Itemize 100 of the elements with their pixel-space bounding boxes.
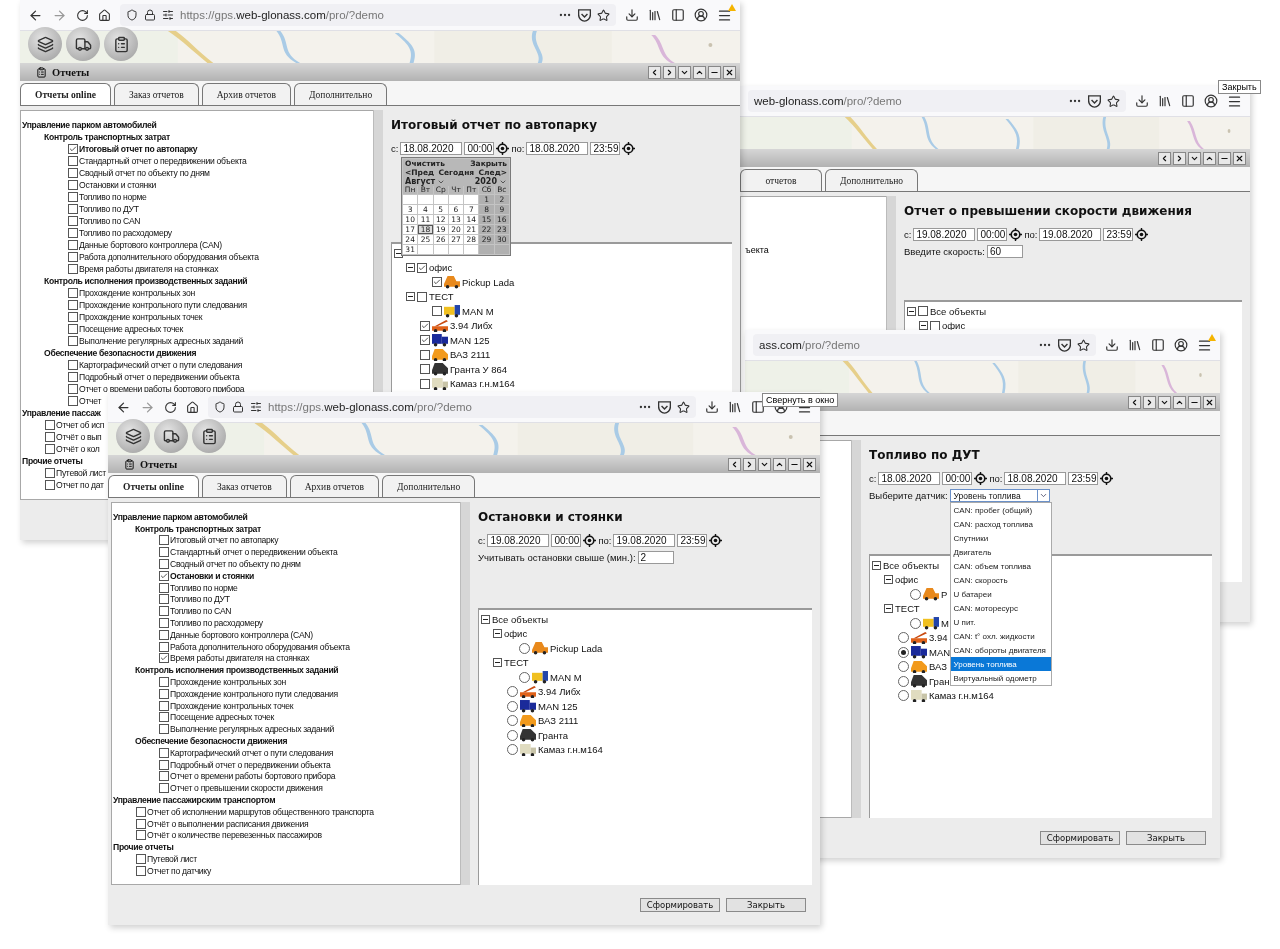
- next-button[interactable]: [743, 457, 756, 471]
- checkbox[interactable]: [159, 688, 169, 699]
- checkbox[interactable]: [159, 700, 169, 711]
- star-icon[interactable]: [1077, 338, 1090, 352]
- collapse-icon[interactable]: [394, 248, 403, 258]
- tree-item[interactable]: MAN: [929, 646, 951, 658]
- minimize-button[interactable]: [1218, 151, 1231, 165]
- shield-chevron-icon[interactable]: [1088, 94, 1101, 108]
- checkbox[interactable]: [432, 306, 442, 317]
- radio-button[interactable]: [519, 642, 530, 654]
- report-item[interactable]: Топливо по норме: [170, 582, 238, 593]
- collapse-icon[interactable]: [493, 658, 502, 668]
- dropdown-option[interactable]: Уровень топлива: [950, 657, 1051, 671]
- radio-button[interactable]: [507, 729, 518, 741]
- target-icon[interactable]: [496, 142, 510, 155]
- collapse-icon[interactable]: [872, 560, 881, 570]
- tree-item[interactable]: Камаз г.н.м164: [450, 378, 515, 390]
- report-item[interactable]: Выполнение регулярных адресных заданий: [79, 336, 243, 346]
- report-item[interactable]: Отчет: [79, 396, 102, 406]
- report-item[interactable]: Отчет о превышении скорости движения: [170, 783, 323, 794]
- checkbox[interactable]: [159, 582, 169, 593]
- tab[interactable]: Отчеты online: [20, 83, 111, 105]
- target-icon[interactable]: [622, 142, 636, 155]
- tree-item[interactable]: ТЕСТ: [504, 657, 529, 669]
- number-field[interactable]: 60: [986, 245, 1023, 258]
- checkbox[interactable]: [68, 300, 78, 310]
- report-item[interactable]: Отчет по дат: [56, 480, 104, 490]
- target-icon[interactable]: [1135, 228, 1149, 241]
- checkbox[interactable]: [68, 180, 78, 190]
- report-item[interactable]: ъекта: [745, 245, 769, 255]
- tree-item[interactable]: Все объекты: [492, 613, 549, 625]
- reload-icon[interactable]: [164, 400, 177, 414]
- tree-item[interactable]: MAN M: [462, 305, 494, 317]
- report-item[interactable]: Путевой лист: [56, 468, 106, 478]
- tab[interactable]: Архив отчетов: [289, 475, 380, 497]
- close-button[interactable]: Закрыть: [1126, 831, 1206, 845]
- tree-item[interactable]: Все объекты: [930, 305, 987, 317]
- tab[interactable]: отчетов: [740, 169, 822, 191]
- radio-button[interactable]: [898, 661, 909, 673]
- checkbox[interactable]: [68, 168, 78, 178]
- report-item[interactable]: Отчет об исп: [56, 420, 105, 430]
- checkbox[interactable]: [68, 336, 78, 346]
- target-icon[interactable]: [583, 534, 597, 547]
- tab[interactable]: Заказ отчетов: [201, 475, 287, 497]
- minimize-button[interactable]: [708, 65, 721, 79]
- forward-icon[interactable]: [52, 7, 67, 23]
- report-item[interactable]: Отчёт о вып: [56, 432, 102, 442]
- tree-item[interactable]: ВАЗ 2111: [450, 349, 491, 361]
- checkbox[interactable]: [136, 830, 146, 841]
- previous-button[interactable]: [1128, 395, 1141, 409]
- next-button[interactable]: [1143, 395, 1156, 409]
- checkbox[interactable]: [68, 204, 78, 214]
- date-field[interactable]: 19.08.2020: [913, 228, 976, 241]
- collapse-icon[interactable]: [406, 263, 415, 273]
- collapse-button[interactable]: [758, 457, 771, 471]
- previous-button[interactable]: [1158, 151, 1171, 165]
- collapse-button[interactable]: [678, 65, 691, 79]
- report-item[interactable]: Отчёт о кол: [56, 444, 100, 454]
- tree-item[interactable]: офис: [895, 574, 919, 586]
- checkbox[interactable]: [45, 468, 55, 478]
- checkbox[interactable]: [136, 806, 146, 817]
- checkbox[interactable]: [68, 384, 78, 394]
- checkbox[interactable]: [45, 432, 55, 442]
- checkbox[interactable]: [68, 192, 78, 202]
- collapse-icon[interactable]: [406, 292, 415, 302]
- download-icon[interactable]: [1105, 338, 1119, 352]
- checkbox[interactable]: [420, 320, 430, 331]
- tree-item[interactable]: Гран: [929, 675, 950, 687]
- radio-button[interactable]: [898, 632, 909, 644]
- close-button[interactable]: [723, 65, 736, 79]
- checkbox[interactable]: [420, 378, 430, 389]
- reload-icon[interactable]: [76, 8, 89, 22]
- shield-chevron-icon[interactable]: [1058, 338, 1071, 352]
- address-field[interactable]: https://gps.web-glonass.com/pro/?demo: [208, 396, 696, 418]
- checkbox[interactable]: [159, 535, 169, 546]
- menu-icon[interactable]: [1227, 93, 1242, 109]
- collapse-icon[interactable]: [481, 614, 490, 624]
- report-item[interactable]: Сводный отчет по объекту по дням: [170, 559, 301, 570]
- tree-item[interactable]: Pickup Lada: [462, 276, 515, 288]
- checkbox[interactable]: [159, 771, 169, 782]
- previous-button[interactable]: [728, 457, 741, 471]
- tree-item[interactable]: MAN 125: [538, 700, 578, 712]
- report-item[interactable]: Топливо по расходомеру: [79, 228, 172, 238]
- date-field[interactable]: 18.08.2020: [400, 142, 463, 155]
- collapse-button[interactable]: [1188, 151, 1201, 165]
- report-item[interactable]: Картографический отчет о пути следования: [79, 360, 243, 370]
- next-button[interactable]: [663, 65, 676, 79]
- checkbox[interactable]: [159, 783, 169, 794]
- checkbox[interactable]: [68, 324, 78, 334]
- tree-item[interactable]: Камаз г.н.м164: [538, 744, 603, 756]
- tree-item[interactable]: офис: [429, 262, 453, 274]
- report-item[interactable]: Прохождение контрольного пути следования: [170, 688, 338, 699]
- sidebar-icon[interactable]: [1181, 94, 1195, 108]
- radio-button[interactable]: [898, 675, 909, 687]
- checkbox[interactable]: [45, 480, 55, 490]
- tab[interactable]: Заказ отчетов: [113, 83, 199, 105]
- checkbox[interactable]: [420, 349, 430, 360]
- checkbox[interactable]: [930, 320, 940, 331]
- target-icon[interactable]: [1009, 228, 1023, 241]
- checkbox[interactable]: [159, 629, 169, 640]
